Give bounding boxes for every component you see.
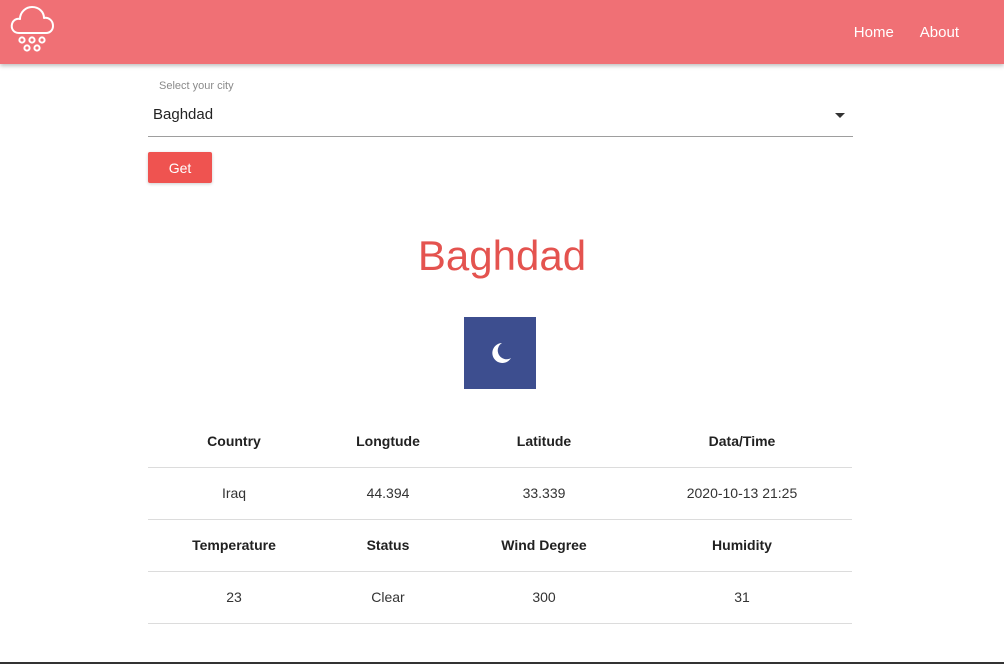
- cloud-rain-icon[interactable]: [8, 3, 56, 55]
- table-header: Humidity: [632, 519, 852, 572]
- navbar: Home About: [0, 0, 1004, 64]
- table-row: Iraq 44.394 33.339 2020-10-13 21:25: [148, 467, 852, 520]
- table-cell: 31: [632, 571, 852, 624]
- table-header: Country: [148, 415, 320, 468]
- table-cell: 33.339: [456, 467, 632, 520]
- table-cell: 44.394: [320, 467, 456, 520]
- caret-down-icon[interactable]: [835, 113, 845, 118]
- table-row: 23 Clear 300 31: [148, 571, 852, 624]
- table-header: Data/Time: [632, 415, 852, 468]
- city-title: Baghdad: [417, 232, 587, 279]
- table-header: Wind Degree: [456, 519, 632, 572]
- city-select[interactable]: Select your city Baghdad: [148, 78, 853, 137]
- table-cell: Iraq: [148, 467, 320, 520]
- table-header: Temperature: [148, 519, 320, 572]
- moon-icon: [464, 317, 536, 389]
- nav-about-link[interactable]: About: [920, 24, 959, 41]
- table-cell: 23: [148, 571, 320, 624]
- nav-home-link[interactable]: Home: [854, 24, 894, 41]
- select-underline: [148, 136, 853, 137]
- table-header-row: Temperature Status Wind Degree Humidity: [148, 519, 852, 572]
- table-header: Status: [320, 519, 456, 572]
- city-select-label: Select your city: [159, 80, 234, 92]
- table-header: Longtude: [320, 415, 456, 468]
- get-button[interactable]: Get: [148, 152, 212, 183]
- table-header-row: Country Longtude Latitude Data/Time: [148, 415, 852, 468]
- table-cell: 2020-10-13 21:25: [632, 467, 852, 520]
- weather-info-table: Country Longtude Latitude Data/Time Iraq…: [148, 415, 852, 624]
- table-cell: Clear: [320, 571, 456, 624]
- table-cell: 300: [456, 571, 632, 624]
- city-select-value[interactable]: Baghdad: [153, 106, 213, 123]
- weather-app: Home About Select your city Baghdad Get …: [0, 0, 1004, 664]
- nav-links: Home About: [854, 0, 959, 64]
- table-header: Latitude: [456, 415, 632, 468]
